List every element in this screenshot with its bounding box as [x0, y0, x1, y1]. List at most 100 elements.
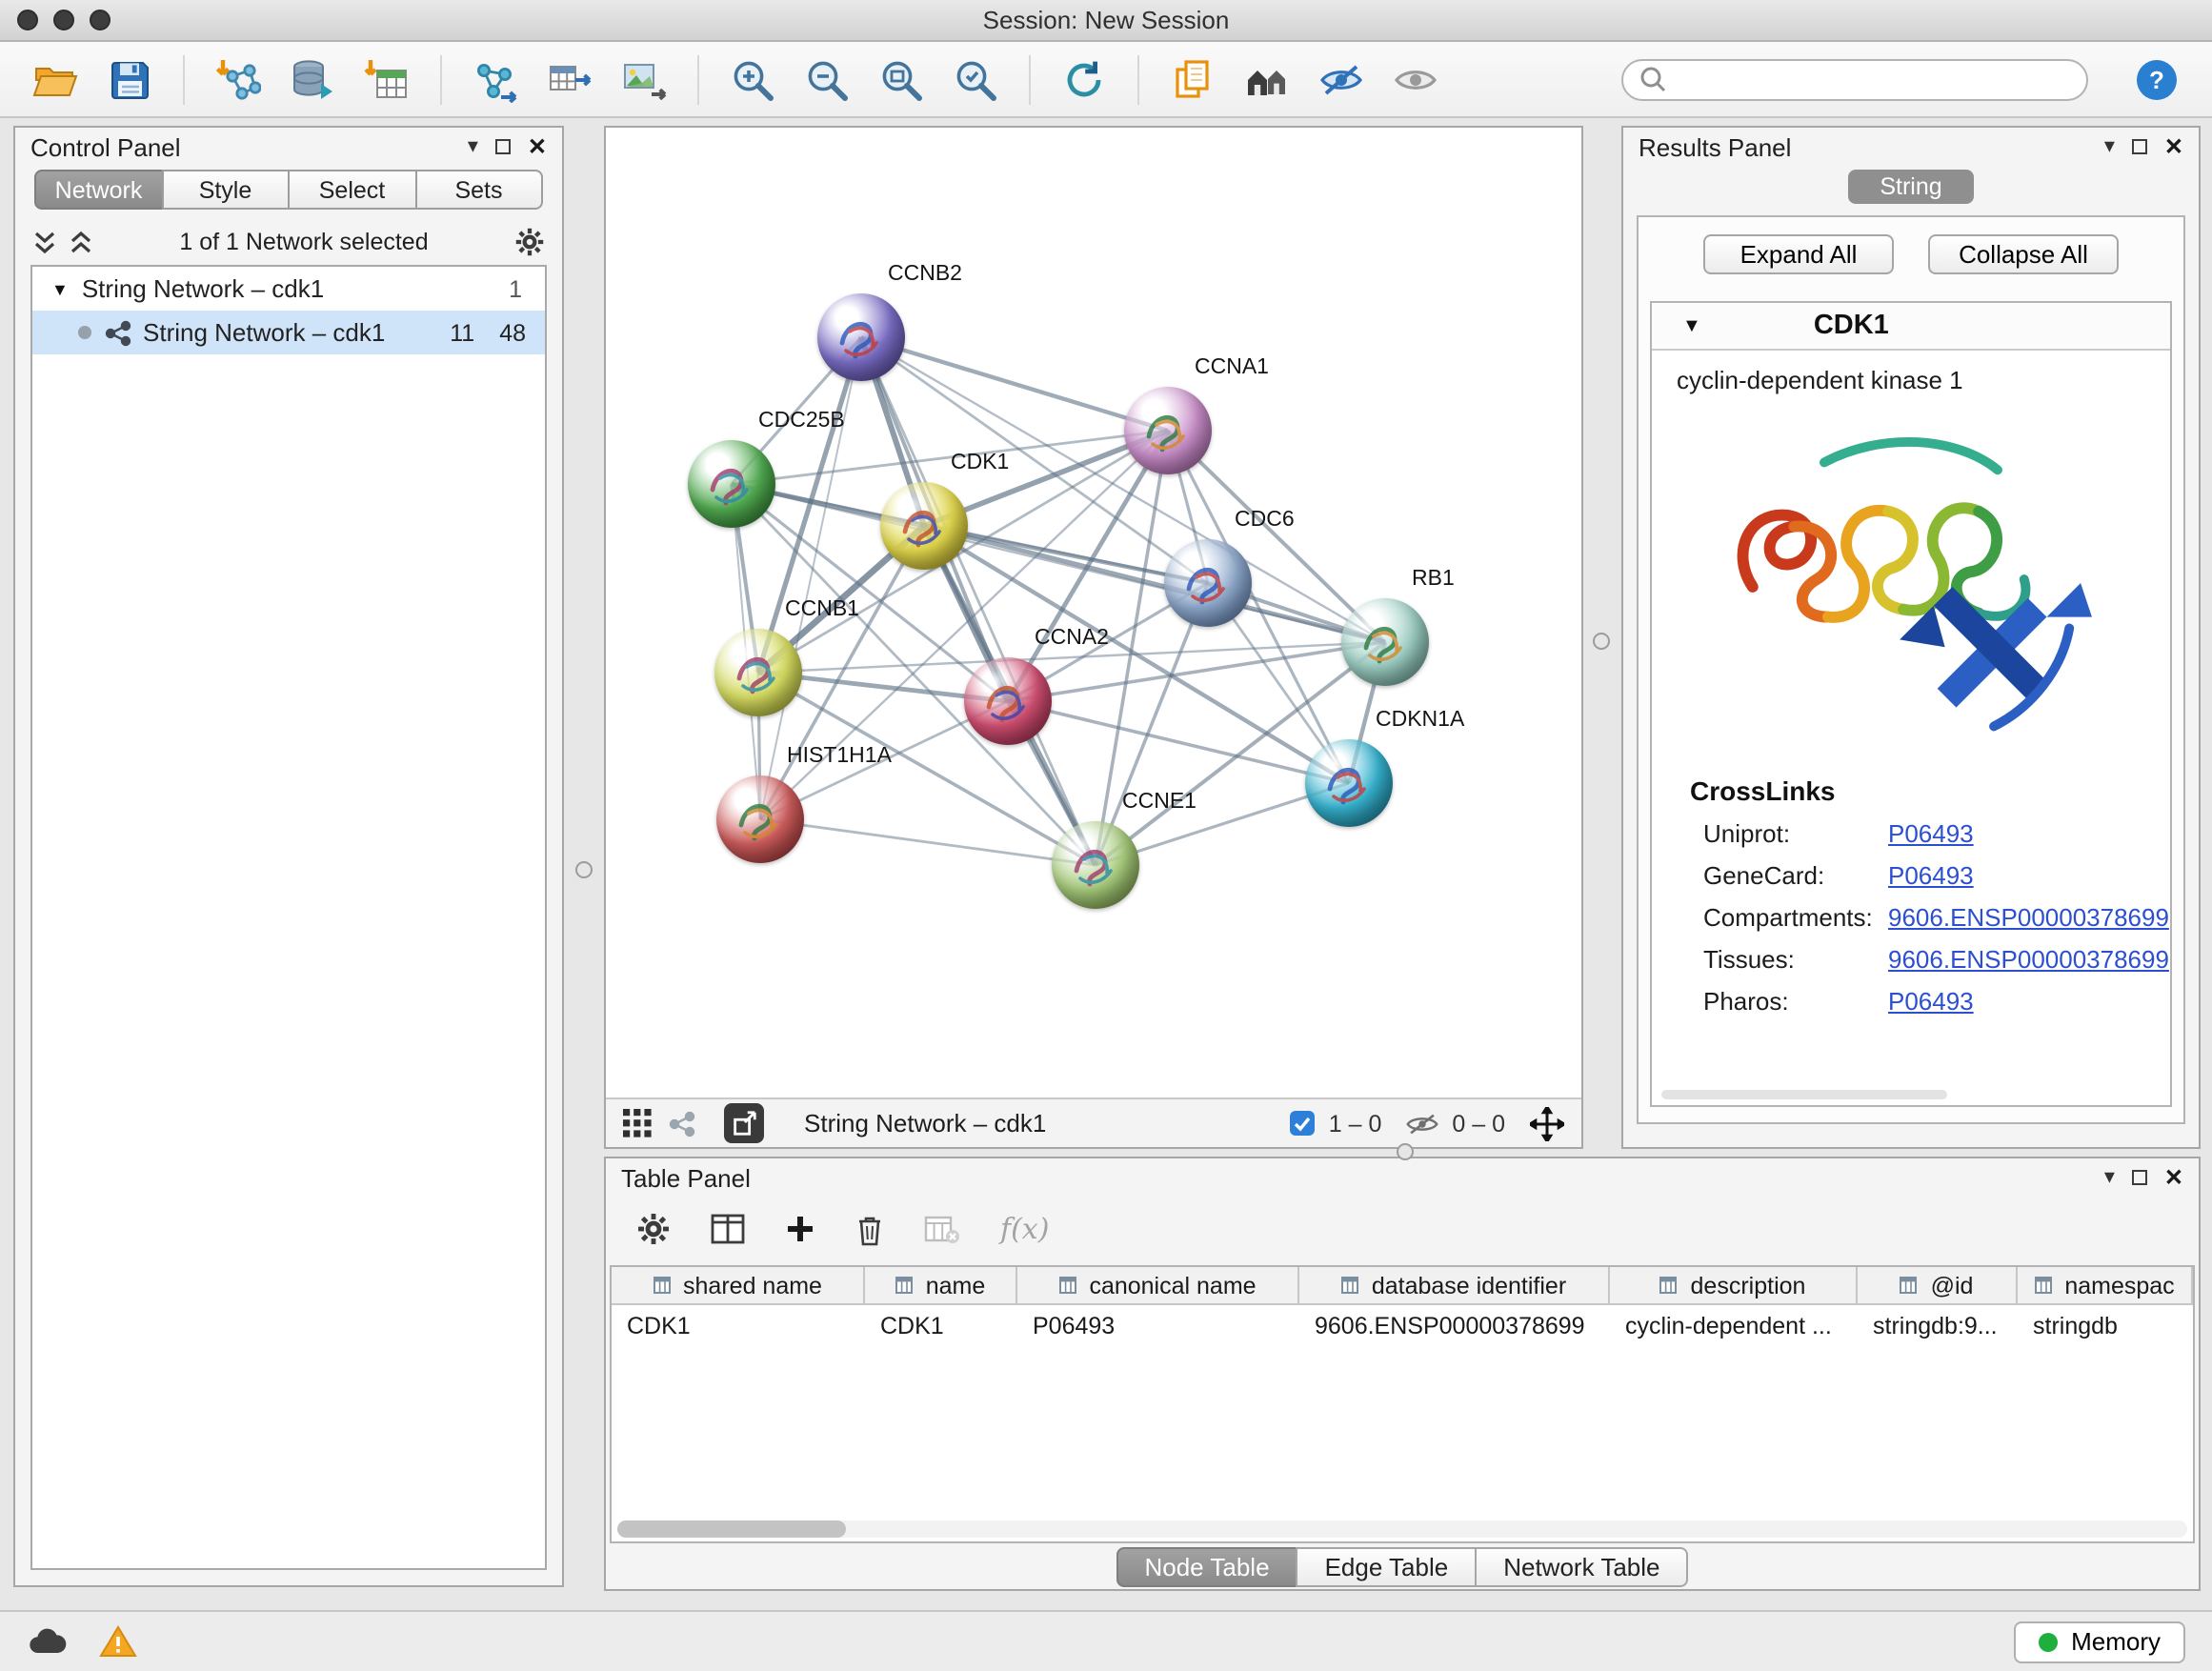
home-button[interactable] [1235, 50, 1299, 108]
delete-column-button[interactable] [855, 1213, 884, 1245]
network-node-ccnb1[interactable] [714, 629, 802, 716]
tab-network-table[interactable]: Network Table [1475, 1547, 1688, 1587]
network-node-ccnb2[interactable] [817, 293, 905, 381]
tab-style[interactable]: Style [161, 170, 290, 210]
open-session-button[interactable] [23, 50, 88, 108]
import-network-from-database-button[interactable] [280, 50, 345, 108]
search-input[interactable] [1677, 64, 2071, 94]
import-network-from-file-button[interactable] [206, 50, 271, 108]
panel-float-icon[interactable] [2132, 139, 2147, 154]
network-overview-icon[interactable] [669, 1110, 695, 1137]
panel-close-icon[interactable]: ✕ [2164, 135, 2183, 158]
tab-string[interactable]: String [1848, 170, 1974, 204]
expand-all-icon[interactable] [69, 228, 93, 256]
tree-expand-icon[interactable]: ▼ [51, 279, 69, 298]
table-row[interactable]: CDK1CDK1P064939606.ENSP00000378699cyclin… [612, 1305, 2193, 1345]
column-header-id[interactable]: @id [1858, 1267, 2018, 1303]
crosslink-link[interactable]: P06493 [1888, 819, 1974, 848]
open-in-new-window-button[interactable] [724, 1103, 764, 1143]
export-image-button[interactable] [612, 50, 676, 108]
tab-sets[interactable]: Sets [414, 170, 543, 210]
network-node-cdc6[interactable] [1164, 539, 1252, 627]
copy-button[interactable] [1160, 50, 1225, 108]
network-row-selected[interactable]: String Network – cdk1 11 48 [32, 311, 545, 354]
crosslink-link[interactable]: P06493 [1888, 987, 1974, 1016]
show-all-button[interactable] [1383, 50, 1448, 108]
network-node-label: CDC25B [758, 410, 845, 433]
save-session-button[interactable] [97, 50, 162, 108]
column-header-database-identifier[interactable]: database identifier [1299, 1267, 1610, 1303]
refresh-icon [1061, 56, 1107, 102]
column-header-name[interactable]: name [865, 1267, 1017, 1303]
warnings-button[interactable] [99, 1625, 137, 1658]
protein-thumbnail [1124, 387, 1212, 474]
collapse-all-icon[interactable] [32, 228, 57, 256]
zoom-in-button[interactable] [720, 50, 785, 108]
splitter-knob-bottom[interactable] [1397, 1143, 1414, 1160]
panel-close-icon[interactable]: ✕ [2164, 1166, 2183, 1189]
results-scrollbar[interactable] [1661, 1090, 1946, 1099]
crosslink-label: Compartments: [1703, 903, 1888, 932]
pan-crosshair-icon[interactable] [1530, 1106, 1564, 1140]
panel-float-icon[interactable] [2132, 1170, 2147, 1185]
network-collection-row[interactable]: ▼ String Network – cdk1 1 [32, 267, 545, 311]
column-icon [1341, 1276, 1362, 1295]
column-header-canonical-name[interactable]: canonical name [1017, 1267, 1299, 1303]
network-node-rb1[interactable] [1341, 598, 1429, 686]
network-node-ccne1[interactable] [1052, 821, 1139, 909]
gear-icon[interactable] [514, 227, 545, 257]
import-table-from-file-button[interactable] [354, 50, 419, 108]
help-button[interactable]: ? [2124, 50, 2189, 108]
network-canvas[interactable]: CCNB2CCNA1CDC25BCDK1CDC6RB1CCNB1CCNA2CDK… [606, 128, 1581, 1097]
network-node-label: CCNE1 [1122, 791, 1196, 814]
node-details-header[interactable]: ▼ CDK1 [1652, 303, 2170, 351]
network-node-ccna2[interactable] [964, 657, 1052, 745]
tab-edge-table[interactable]: Edge Table [1297, 1547, 1478, 1587]
table-settings-button[interactable] [636, 1212, 671, 1246]
tab-select[interactable]: Select [288, 170, 416, 210]
zoom-out-button[interactable] [794, 50, 859, 108]
column-header-shared-name[interactable]: shared name [612, 1267, 865, 1303]
cloud-status-button[interactable] [27, 1627, 69, 1656]
create-column-button[interactable] [785, 1214, 815, 1244]
network-node-ccna1[interactable] [1124, 387, 1212, 474]
panel-collapse-icon[interactable]: ▾ [468, 136, 478, 157]
export-network-button[interactable] [537, 50, 602, 108]
show-columns-button[interactable] [711, 1214, 745, 1244]
panel-float-icon[interactable] [495, 139, 511, 154]
splitter-knob-left[interactable] [575, 861, 593, 878]
crosslink-link[interactable]: 9606.ENSP00000378699 [1888, 945, 2169, 974]
table-horizontal-scrollbar[interactable] [617, 1520, 2187, 1538]
network-node-cdkn1a[interactable] [1305, 739, 1393, 827]
function-builder-button[interactable]: f(x) [1000, 1212, 1049, 1246]
network-node-cdc25b[interactable] [688, 440, 775, 528]
memory-button[interactable]: Memory [2014, 1621, 2185, 1662]
panel-collapse-icon[interactable]: ▾ [2104, 1167, 2115, 1188]
splitter-knob-right[interactable] [1593, 633, 1610, 650]
crosslink-link[interactable]: 9606.ENSP00000378699 [1888, 903, 2169, 932]
birds-eye-grid-icon[interactable] [623, 1109, 652, 1137]
crosslink-link[interactable]: P06493 [1888, 861, 1974, 890]
network-node-hist1h1a[interactable] [716, 775, 804, 863]
tab-node-table[interactable]: Node Table [1116, 1547, 1297, 1587]
table-cell: stringdb:9... [1858, 1305, 2018, 1345]
new-network-button[interactable] [463, 50, 528, 108]
svg-text:?: ? [2149, 65, 2164, 93]
hide-selected-button[interactable] [1309, 50, 1374, 108]
network-node-cdk1[interactable] [880, 482, 968, 570]
panel-collapse-icon[interactable]: ▾ [2104, 136, 2115, 157]
expand-all-button[interactable]: Expand All [1703, 234, 1894, 274]
protein-thumbnail [688, 440, 775, 528]
zoom-fit-button[interactable] [869, 50, 934, 108]
apply-layout-button[interactable] [1052, 50, 1116, 108]
column-header-description[interactable]: description [1610, 1267, 1858, 1303]
zoom-selected-button[interactable] [943, 50, 1008, 108]
collapse-all-button[interactable]: Collapse All [1928, 234, 2119, 274]
tab-network[interactable]: Network [34, 170, 163, 210]
scrollbar-thumb[interactable] [617, 1520, 846, 1538]
column-header-namespace[interactable]: namespac [2018, 1267, 2193, 1303]
panel-close-icon[interactable]: ✕ [528, 135, 547, 158]
collapse-entry-icon[interactable]: ▼ [1682, 315, 1701, 336]
open-external-icon [730, 1109, 758, 1137]
crosslink-row: Tissues: 9606.ENSP00000378699 [1652, 945, 2170, 974]
